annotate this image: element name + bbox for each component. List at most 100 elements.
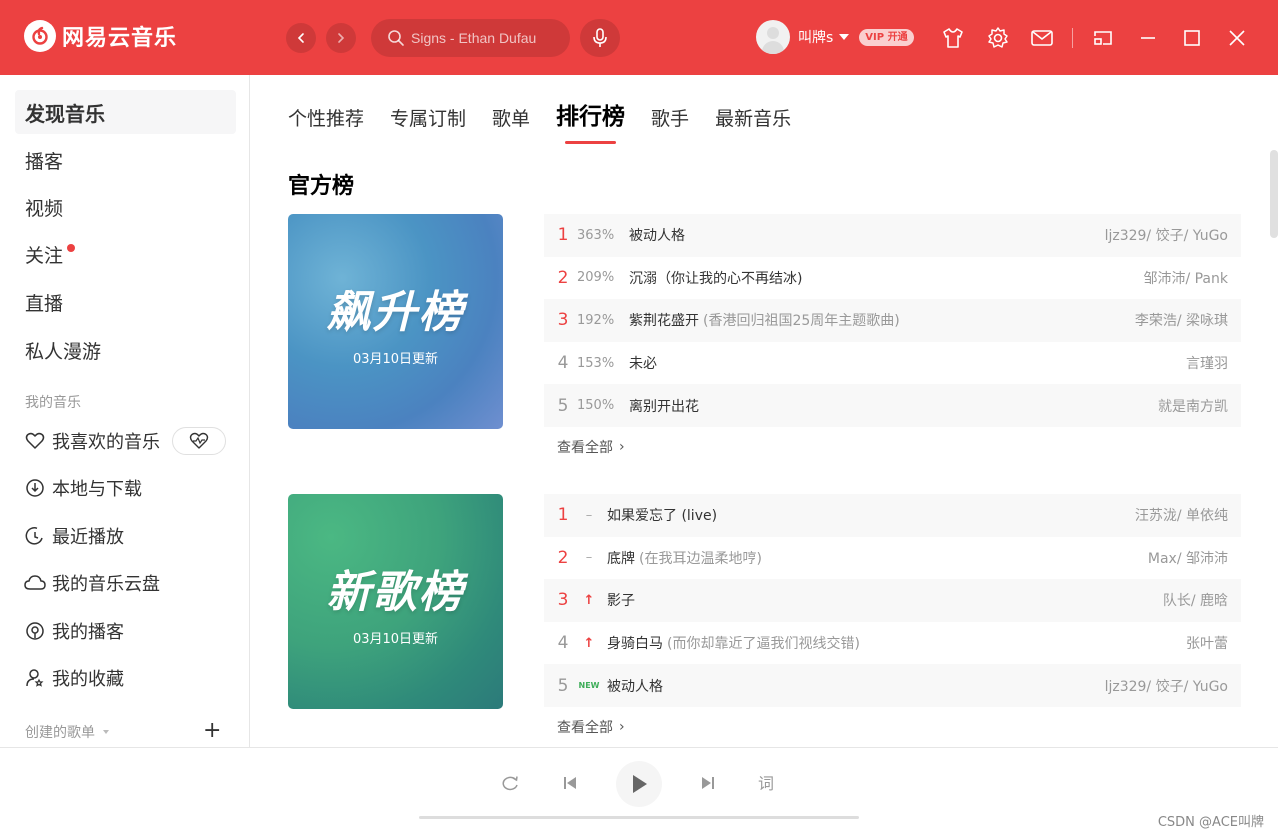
clock-icon (24, 525, 46, 547)
artist-name[interactable]: 就是南方凯 (1158, 396, 1228, 416)
artist-name[interactable]: 李荣浩/ 梁咏琪 (1135, 310, 1228, 330)
progress-bar[interactable] (419, 816, 859, 819)
sidebar-item-label: 关注 (25, 244, 64, 267)
maximize-icon (1184, 30, 1200, 46)
sidebar-item-podcast[interactable]: 播客 (15, 138, 236, 182)
search-box[interactable] (371, 19, 570, 57)
tab-new-music[interactable]: 最新音乐 (715, 104, 791, 131)
chart-list-soaring: 1 363% 被动人格 ljz329/ 饺子/ YuGo 2 209% 沉溺（你… (544, 214, 1241, 467)
artist-name[interactable]: Max/ 邹沛沛 (1148, 548, 1228, 568)
search-input[interactable] (411, 30, 556, 46)
caret-down-icon (103, 730, 109, 734)
app-logo[interactable]: 网易云音乐 (24, 20, 177, 52)
maximize-button[interactable] (1179, 25, 1205, 51)
view-all-link[interactable]: 查看全部 › (544, 427, 1241, 467)
sidebar-item-follow[interactable]: 关注 (15, 232, 236, 276)
table-row[interactable]: 2 – 底牌 (在我耳边温柔地哼) Max/ 邹沛沛 (544, 537, 1241, 580)
table-row[interactable]: 3 ↑ 影子 队长/ 鹿晗 (544, 579, 1241, 622)
close-button[interactable] (1224, 25, 1250, 51)
username[interactable]: 叫牌s (798, 27, 833, 47)
tab-personal-recommend[interactable]: 个性推荐 (288, 104, 364, 131)
sidebar-item-my-podcast[interactable]: 我的播客 (24, 611, 234, 651)
lyrics-button[interactable]: 词 (758, 770, 774, 794)
sidebar-item-video[interactable]: 视频 (15, 185, 236, 229)
table-row[interactable]: 5 NEW 被动人格 ljz329/ 饺子/ YuGo (544, 664, 1241, 707)
artist-name[interactable]: 张叶蕾 (1186, 633, 1228, 653)
song-title[interactable]: 身骑白马 (607, 633, 663, 653)
rank-number: 4 (557, 633, 569, 654)
tab-artists[interactable]: 歌手 (651, 104, 689, 131)
table-row[interactable]: 2 209% 沉溺（你让我的心不再结冰) 邹沛沛/ Pank (544, 257, 1241, 300)
sidebar-item-cloud-disk[interactable]: 我的音乐云盘 (24, 563, 234, 603)
back-button[interactable] (286, 23, 316, 53)
messages-button[interactable] (1029, 25, 1055, 51)
heartbeat-mode-button[interactable] (172, 427, 226, 455)
song-title[interactable]: 未必 (629, 353, 657, 373)
song-title[interactable]: 紫荆花盛开 (629, 310, 699, 330)
artist-name[interactable]: 言瑾羽 (1186, 353, 1228, 373)
table-row[interactable]: 1 – 如果爱忘了 (live) 汪苏泷/ 单依纯 (544, 494, 1241, 537)
mini-player-icon (1094, 31, 1112, 45)
next-track-button[interactable] (693, 768, 723, 798)
notification-dot (67, 244, 76, 252)
rank-number: 1 (557, 505, 569, 526)
mini-mode-button[interactable] (1090, 25, 1116, 51)
sidebar-item-live[interactable]: 直播 (15, 280, 236, 324)
table-row[interactable]: 5 150% 离别开出花 就是南方凯 (544, 384, 1241, 427)
rank-number: 2 (557, 267, 569, 288)
sidebar-item-local-download[interactable]: 本地与下载 (24, 468, 234, 508)
artist-name[interactable]: 队长/ 鹿晗 (1163, 590, 1228, 610)
artist-name[interactable]: 汪苏泷/ 单依纯 (1135, 505, 1228, 525)
table-row[interactable]: 3 192% 紫荆花盛开 (香港回归祖国25周年主题歌曲) 李荣浩/ 梁咏琪 (544, 299, 1241, 342)
repeat-mode-button[interactable] (495, 768, 525, 798)
song-title[interactable]: 影子 (607, 590, 635, 610)
sidebar-item-collection[interactable]: 我的收藏 (24, 658, 234, 698)
tab-playlists[interactable]: 歌单 (492, 104, 530, 131)
song-title[interactable]: 离别开出花 (629, 396, 699, 416)
sidebar-item-discover[interactable]: 发现音乐 (15, 90, 236, 134)
sidebar-item-label: 我喜欢的音乐 (52, 432, 160, 453)
table-row[interactable]: 4 153% 未必 言瑾羽 (544, 342, 1241, 385)
sidebar-item-liked-music[interactable]: 我喜欢的音乐 (24, 421, 234, 461)
caret-down-icon[interactable] (839, 34, 850, 40)
settings-button[interactable] (985, 25, 1011, 51)
rank-number: 1 (557, 225, 569, 246)
tab-exclusive[interactable]: 专属订制 (390, 104, 466, 131)
minimize-button[interactable] (1135, 25, 1161, 51)
vip-badge[interactable]: VIP 开通 (859, 28, 914, 46)
play-button[interactable] (616, 761, 662, 807)
table-row[interactable]: 4 ↑ 身骑白马 (而你却靠近了逼我们视线交错) 张叶蕾 (544, 622, 1241, 665)
artist-name[interactable]: ljz329/ 饺子/ YuGo (1105, 225, 1228, 245)
sidebar-item-label: 我的音乐云盘 (52, 574, 160, 595)
tab-charts[interactable]: 排行榜 (556, 97, 625, 144)
song-title[interactable]: 被动人格 (629, 225, 685, 245)
netease-logo-icon (24, 20, 56, 52)
scrollbar-thumb[interactable] (1270, 150, 1278, 238)
voice-search-button[interactable] (580, 19, 620, 57)
song-title[interactable]: 沉溺（你让我的心不再结冰) (629, 268, 802, 288)
previous-track-button[interactable] (555, 768, 585, 798)
sidebar-item-private-fm[interactable]: 私人漫游 (15, 328, 236, 372)
podcast-icon (24, 620, 46, 642)
artist-name[interactable]: 邹沛沛/ Pank (1143, 268, 1228, 288)
rank-change: 150% (577, 398, 615, 414)
created-playlists-section-title[interactable]: 创建的歌单 (25, 722, 111, 742)
artist-name[interactable]: ljz329/ 饺子/ YuGo (1105, 676, 1228, 696)
cover-title: 新歌榜 (326, 567, 465, 618)
song-title[interactable]: 被动人格 (607, 676, 663, 696)
chart-cover-new-songs[interactable]: 新歌榜 03月10日更新 (288, 494, 503, 709)
skin-button[interactable] (940, 25, 966, 51)
sidebar-item-label: 视频 (25, 197, 64, 220)
view-all-link[interactable]: 查看全部 › (544, 707, 1241, 747)
user-menu[interactable]: 叫牌s VIP 开通 (756, 20, 914, 54)
rank-change: 192% (577, 312, 615, 328)
table-row[interactable]: 1 363% 被动人格 ljz329/ 饺子/ YuGo (544, 214, 1241, 257)
chart-cover-soaring[interactable]: 飙升榜 03月10日更新 (288, 214, 503, 429)
song-title[interactable]: 如果爱忘了 (live) (607, 505, 717, 525)
sidebar-item-recent[interactable]: 最近播放 (24, 516, 234, 556)
add-playlist-button[interactable]: + (203, 720, 221, 742)
avatar[interactable] (756, 20, 790, 54)
song-title[interactable]: 底牌 (607, 548, 635, 568)
watermark: CSDN @ACE叫牌 (1157, 815, 1264, 830)
forward-button[interactable] (326, 23, 356, 53)
